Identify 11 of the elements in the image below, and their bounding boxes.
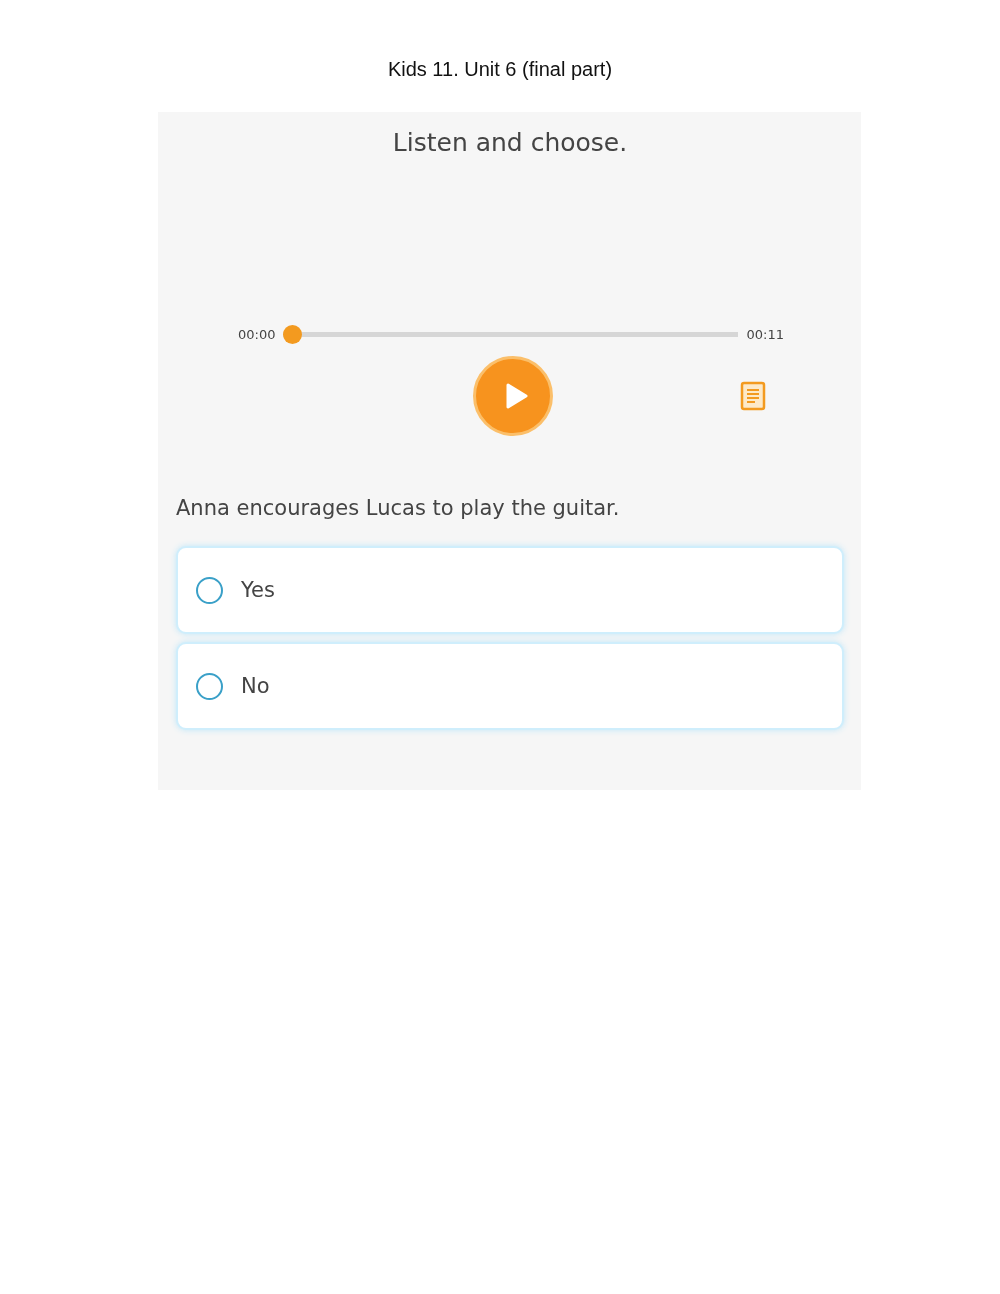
question-text: Anna encourages Lucas to play the guitar. <box>176 496 621 520</box>
transcript-icon[interactable] <box>740 381 766 411</box>
answer-option[interactable]: No <box>176 642 844 730</box>
answer-option[interactable]: Yes <box>176 546 844 634</box>
total-time: 00:11 <box>746 327 784 342</box>
current-time: 00:00 <box>238 327 276 342</box>
radio-button[interactable] <box>196 576 223 604</box>
page-title: Kids 11. Unit 6 (final part) <box>387 58 613 81</box>
progress-thumb[interactable] <box>283 325 303 344</box>
instruction: Listen and choose. <box>391 128 629 157</box>
radio-button[interactable] <box>196 672 223 700</box>
